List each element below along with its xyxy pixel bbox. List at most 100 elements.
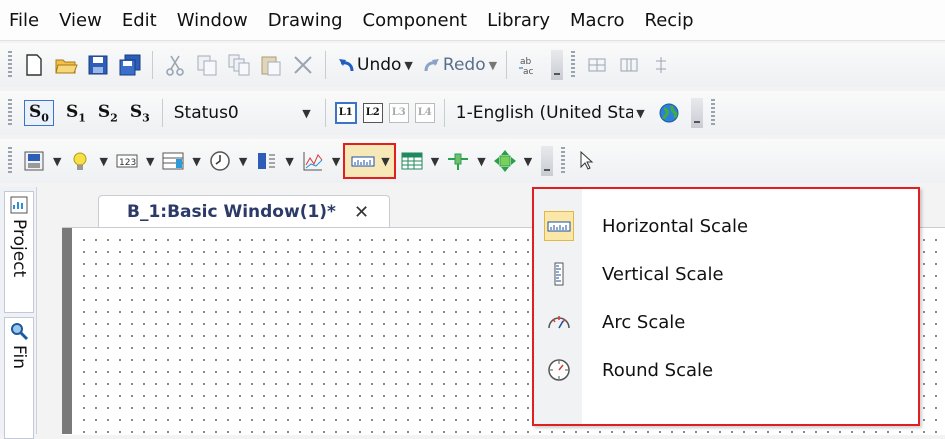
status-s2-button[interactable]: S2 (98, 102, 118, 124)
toolbar-separator (506, 51, 508, 79)
toolbar-grip[interactable] (710, 99, 715, 127)
language-select[interactable]: 1-English (United Sta ▼ (451, 97, 653, 129)
table-icon[interactable] (400, 149, 424, 173)
status-s3-button[interactable]: S3 (130, 102, 150, 124)
cut-icon[interactable] (163, 53, 187, 77)
clock-icon[interactable] (208, 149, 232, 173)
menu-file[interactable]: File (0, 10, 49, 31)
chevron-down-icon[interactable]: ▼ (146, 155, 154, 168)
chevron-down-icon[interactable]: ▼ (53, 155, 61, 168)
toolbar-grip[interactable] (8, 51, 12, 79)
data-table-icon[interactable] (161, 149, 185, 173)
layer-l2-button[interactable]: L2 (362, 103, 383, 123)
pointer-icon[interactable] (575, 149, 599, 173)
menu-item-arc-scale[interactable]: Arc Scale (536, 299, 914, 345)
find-tab[interactable]: Fin (4, 317, 34, 439)
layer-l1-button[interactable]: L1 (334, 102, 357, 124)
menu-macro[interactable]: Macro (560, 10, 634, 31)
multi-copy-icon[interactable] (227, 53, 251, 77)
scale-dropdown-menu: Horizontal Scale Vertical Scale Arc Scal… (532, 187, 920, 426)
chevron-down-icon: ▼ (302, 106, 311, 120)
chevron-down-icon[interactable]: ▼ (99, 155, 107, 168)
menu-recipe[interactable]: Recip (635, 10, 704, 31)
menu-library[interactable]: Library (477, 10, 560, 31)
menu-edit[interactable]: Edit (112, 10, 167, 31)
align-right-icon[interactable] (649, 53, 673, 77)
toolbar-separator (325, 51, 326, 79)
redo-dropdown-arrow-icon[interactable]: ▼ (489, 59, 497, 72)
toolbar-grip[interactable] (8, 99, 12, 127)
chevron-down-icon[interactable]: ▼ (477, 155, 485, 168)
scale-dropdown-button[interactable]: ▼ (343, 143, 396, 179)
redo-icon[interactable] (422, 53, 442, 77)
project-icon (9, 195, 29, 215)
undo-icon[interactable] (336, 53, 356, 77)
menu-window[interactable]: Window (167, 10, 258, 31)
round-scale-icon (545, 356, 573, 384)
status-select-value: Status0 (173, 103, 239, 123)
toolbar-overflow-button[interactable] (690, 98, 703, 128)
status-s1-button[interactable]: S1 (66, 102, 86, 124)
status-select[interactable]: Status0 ▼ (169, 97, 319, 129)
layer-l4-button[interactable]: L4 (414, 103, 435, 123)
find-tab-label: Fin (9, 345, 29, 370)
trend-graph-icon[interactable] (301, 149, 325, 173)
menu-item-round-scale[interactable]: Round Scale (536, 347, 914, 393)
close-icon[interactable]: ✕ (354, 202, 369, 223)
tab-basic-window[interactable]: B_1:Basic Window(1)* ✕ (98, 195, 391, 228)
switch-component-icon[interactable] (22, 149, 46, 173)
canvas-ruler (62, 228, 72, 434)
toolbar-overflow-button[interactable] (541, 146, 554, 176)
chevron-down-icon[interactable]: ▼ (285, 155, 293, 168)
toolbar-grip[interactable] (561, 147, 566, 175)
toolbar-grip[interactable] (8, 147, 12, 175)
menu-drawing[interactable]: Drawing (258, 10, 353, 31)
chevron-down-icon[interactable]: ▼ (192, 155, 200, 168)
chevron-down-icon[interactable]: ▼ (239, 155, 247, 168)
left-dock-panel: Project Fin (0, 187, 37, 439)
chevron-down-icon[interactable]: ▼ (524, 155, 532, 168)
menu-view[interactable]: View (49, 10, 112, 31)
undo-dropdown-arrow-icon[interactable]: ▼ (404, 59, 412, 72)
find-icon (9, 321, 29, 341)
globe-icon[interactable] (657, 101, 681, 125)
menu-item-horizontal-scale[interactable]: Horizontal Scale (536, 203, 914, 249)
open-folder-icon[interactable] (54, 53, 78, 77)
project-tab[interactable]: Project (4, 191, 34, 313)
menu-item-label: Vertical Scale (602, 263, 724, 285)
delete-icon[interactable] (291, 53, 315, 77)
standard-toolbar: Undo ▼ Redo ▼ ab ac (0, 43, 945, 87)
new-file-icon[interactable] (22, 53, 46, 77)
save-icon[interactable] (86, 53, 110, 77)
save-all-icon[interactable] (118, 53, 142, 77)
status-s0-button[interactable]: S0 (24, 99, 54, 127)
layer-l3-button[interactable]: L3 (388, 103, 409, 123)
chevron-down-icon: ▼ (636, 106, 645, 120)
paste-icon[interactable] (259, 53, 283, 77)
move-component-icon[interactable] (493, 149, 517, 173)
align-center-icon[interactable] (617, 53, 641, 77)
toolbar-grip[interactable] (571, 51, 576, 79)
menu-icon-cell (536, 356, 582, 384)
menu-component[interactable]: Component (353, 10, 478, 31)
chevron-down-icon[interactable]: ▼ (431, 155, 439, 168)
menu-icon-cell (536, 211, 582, 241)
toolbar-overflow-button[interactable] (551, 50, 564, 80)
menu-item-vertical-scale[interactable]: Vertical Scale (536, 251, 914, 297)
lamp-icon[interactable] (68, 149, 92, 173)
status-toolbar: S0 S1 S2 S3 Status0 ▼ L1 L2 L3 L4 1-Engl… (0, 91, 945, 135)
numeric-display-icon[interactable]: 123 (115, 149, 139, 173)
chevron-down-icon[interactable]: ▼ (332, 155, 340, 168)
component-toolbar: ▼ ▼ 123 ▼ ▼ ▼ ▼ ▼ ▼ ▼ ▼ ▼ (0, 139, 945, 183)
undo-button[interactable]: Undo (357, 55, 401, 75)
redo-button[interactable]: Redo (443, 55, 486, 75)
align-left-icon[interactable] (585, 53, 609, 77)
find-replace-icon[interactable]: ab ac (517, 53, 541, 77)
bar-graph-icon[interactable] (254, 149, 278, 173)
arc-scale-icon (545, 308, 573, 336)
language-select-value: 1-English (United Sta (455, 103, 634, 123)
copy-icon[interactable] (195, 53, 219, 77)
chevron-down-icon: ▼ (381, 154, 390, 168)
pipe-icon[interactable] (446, 149, 470, 173)
svg-text:ab: ab (520, 57, 532, 67)
